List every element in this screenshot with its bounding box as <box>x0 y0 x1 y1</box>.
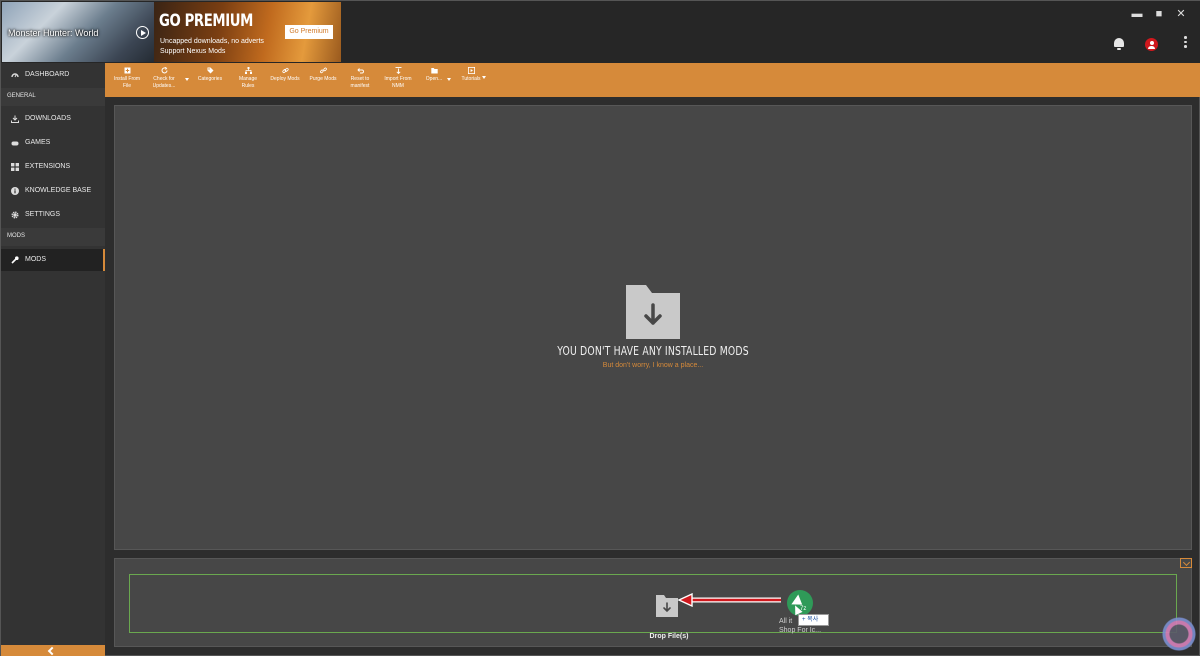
sidebar-item-extensions[interactable]: EXTENSIONS <box>1 156 105 178</box>
tool-label-1: Manage <box>238 76 258 82</box>
active-game-tile[interactable]: Monster Hunter: World <box>2 2 154 62</box>
chevron-down-icon[interactable] <box>482 76 486 79</box>
tool-label-2: File <box>122 83 132 89</box>
copy-drop-badge: + 복사 <box>798 614 829 626</box>
toggle-panel-icon[interactable] <box>1180 558 1192 568</box>
play-icon[interactable] <box>136 26 149 39</box>
more-menu-icon[interactable] <box>1184 36 1188 50</box>
sidebar-item-games[interactable]: GAMES <box>1 132 105 154</box>
sidebar-item-downloads[interactable]: DOWNLOADS <box>1 108 105 130</box>
unlink-icon <box>319 67 327 74</box>
check-for-updates-button[interactable]: Check for Updates... <box>149 67 179 90</box>
tool-label-1: Open... <box>425 76 443 82</box>
maximize-icon[interactable]: ■ <box>1152 7 1166 21</box>
dashboard-icon <box>11 73 19 78</box>
tool-label-2: manifest <box>350 83 370 89</box>
refresh-icon <box>161 67 167 74</box>
extensions-grid-icon <box>11 163 19 171</box>
folder-icon <box>430 68 438 74</box>
premium-headline: GO PREMIUM <box>159 11 253 31</box>
minimize-icon[interactable]: ▬ <box>1130 7 1144 21</box>
header-bar: Monster Hunter: World GO PREMIUM Uncappe… <box>1 1 1200 63</box>
tool-label-1: Deploy Mods <box>270 76 300 82</box>
sidebar: DASHBOARD GENERAL DOWNLOADS GAMES EXTENS… <box>1 63 105 656</box>
drag-arrow-annotation <box>677 593 781 607</box>
premium-line-1: Uncapped downloads, no adverts <box>160 38 264 45</box>
close-icon[interactable]: ✕ <box>1174 7 1188 21</box>
sidebar-collapse-button[interactable] <box>1 645 105 656</box>
tool-label-1: Purge Mods <box>309 76 337 82</box>
premium-line-2: Support Nexus Mods <box>160 48 226 55</box>
sidebar-item-label: MODS <box>25 256 46 263</box>
video-icon <box>467 67 475 74</box>
file-name-line-1: All it <box>779 618 793 625</box>
install-from-file-button[interactable]: Install From File <box>111 67 143 90</box>
tutorials-button[interactable]: Tutorials <box>457 67 485 83</box>
game-title: Monster Hunter: World <box>8 28 99 38</box>
vortex-window: Monster Hunter: World GO PREMIUM Uncappe… <box>0 0 1200 656</box>
deploy-mods-button[interactable]: Deploy Mods <box>268 67 302 83</box>
chevron-down-icon[interactable] <box>185 78 189 81</box>
sidebar-section-mods: MODS <box>1 228 105 246</box>
gamepad-icon <box>11 141 19 146</box>
recorder-logo-icon <box>1162 617 1196 651</box>
notification-bell-icon[interactable] <box>1113 38 1125 50</box>
categories-button[interactable]: Categories <box>195 67 225 83</box>
tag-icon <box>207 67 213 74</box>
open-button[interactable]: Open... <box>421 67 447 83</box>
tool-label-2: Updates... <box>152 83 176 89</box>
tool-label-2: NMM <box>392 83 404 89</box>
reset-to-manifest-button[interactable]: Reset to manifest <box>345 67 375 90</box>
sidebar-item-dashboard[interactable]: DASHBOARD <box>1 64 105 86</box>
tool-label-1: Check for <box>153 76 175 82</box>
folder-download-icon <box>626 285 680 339</box>
tool-label-1: Tutorials <box>461 76 481 82</box>
sidebar-item-label: KNOWLEDGE BASE <box>25 187 92 194</box>
sitemap-icon <box>244 67 252 74</box>
user-avatar-icon[interactable] <box>1145 38 1158 51</box>
import-from-nmm-button[interactable]: Import From NMM <box>381 67 415 90</box>
chevron-down-icon[interactable] <box>447 78 451 81</box>
go-premium-button[interactable]: Go Premium <box>285 25 333 39</box>
empty-state-title: YOU DON'T HAVE ANY INSTALLED MODS <box>557 344 749 358</box>
tool-label-1: Categories <box>197 76 223 82</box>
sidebar-item-settings[interactable]: SETTINGS <box>1 204 105 226</box>
manage-rules-button[interactable]: Manage Rules <box>233 67 263 90</box>
sidebar-item-label: EXTENSIONS <box>25 163 71 170</box>
sidebar-section-label: MODS <box>7 233 25 239</box>
mods-toolbar: Install From File Check for Updates... C… <box>105 63 1200 97</box>
premium-banner[interactable]: GO PREMIUM Uncapped downloads, no advert… <box>154 2 341 62</box>
find-mods-link[interactable]: But don't worry, I know a place... <box>115 362 1191 369</box>
sidebar-section-label: GENERAL <box>7 93 36 99</box>
tool-label-1: Install From <box>113 76 141 82</box>
file-name-line-2: Shop For Ic... <box>779 627 822 634</box>
drop-panel: Drop File(s) <box>114 558 1192 647</box>
sidebar-item-label: DOWNLOADS <box>25 115 71 122</box>
sidebar-item-label: GAMES <box>25 139 51 146</box>
sidebar-item-knowledge-base[interactable]: KNOWLEDGE BASE <box>1 180 105 202</box>
tool-label-1: Import From <box>384 76 412 82</box>
tool-label-2: Rules <box>241 83 255 89</box>
mod-list-panel: YOU DON'T HAVE ANY INSTALLED MODS But do… <box>114 105 1192 550</box>
file-plus-icon <box>124 67 130 74</box>
undo-icon <box>356 68 364 74</box>
drop-files-label: Drop File(s) <box>649 633 689 640</box>
download-icon <box>11 115 19 123</box>
purge-mods-button[interactable]: Purge Mods <box>307 67 339 83</box>
drop-zone[interactable]: Drop File(s) <box>129 574 1177 640</box>
sidebar-item-label: DASHBOARD <box>25 71 70 78</box>
tool-label-1: Reset to <box>350 76 370 82</box>
gear-icon <box>11 211 19 219</box>
import-icon <box>395 67 401 74</box>
sidebar-item-label: SETTINGS <box>25 211 61 218</box>
wrench-icon <box>11 256 19 264</box>
active-indicator <box>103 249 105 271</box>
info-icon <box>11 187 19 195</box>
chevron-left-icon <box>47 646 57 656</box>
link-icon <box>281 67 289 74</box>
sidebar-item-mods[interactable]: MODS <box>1 249 105 271</box>
folder-download-icon <box>656 595 678 617</box>
sidebar-section-general: GENERAL <box>1 88 105 106</box>
